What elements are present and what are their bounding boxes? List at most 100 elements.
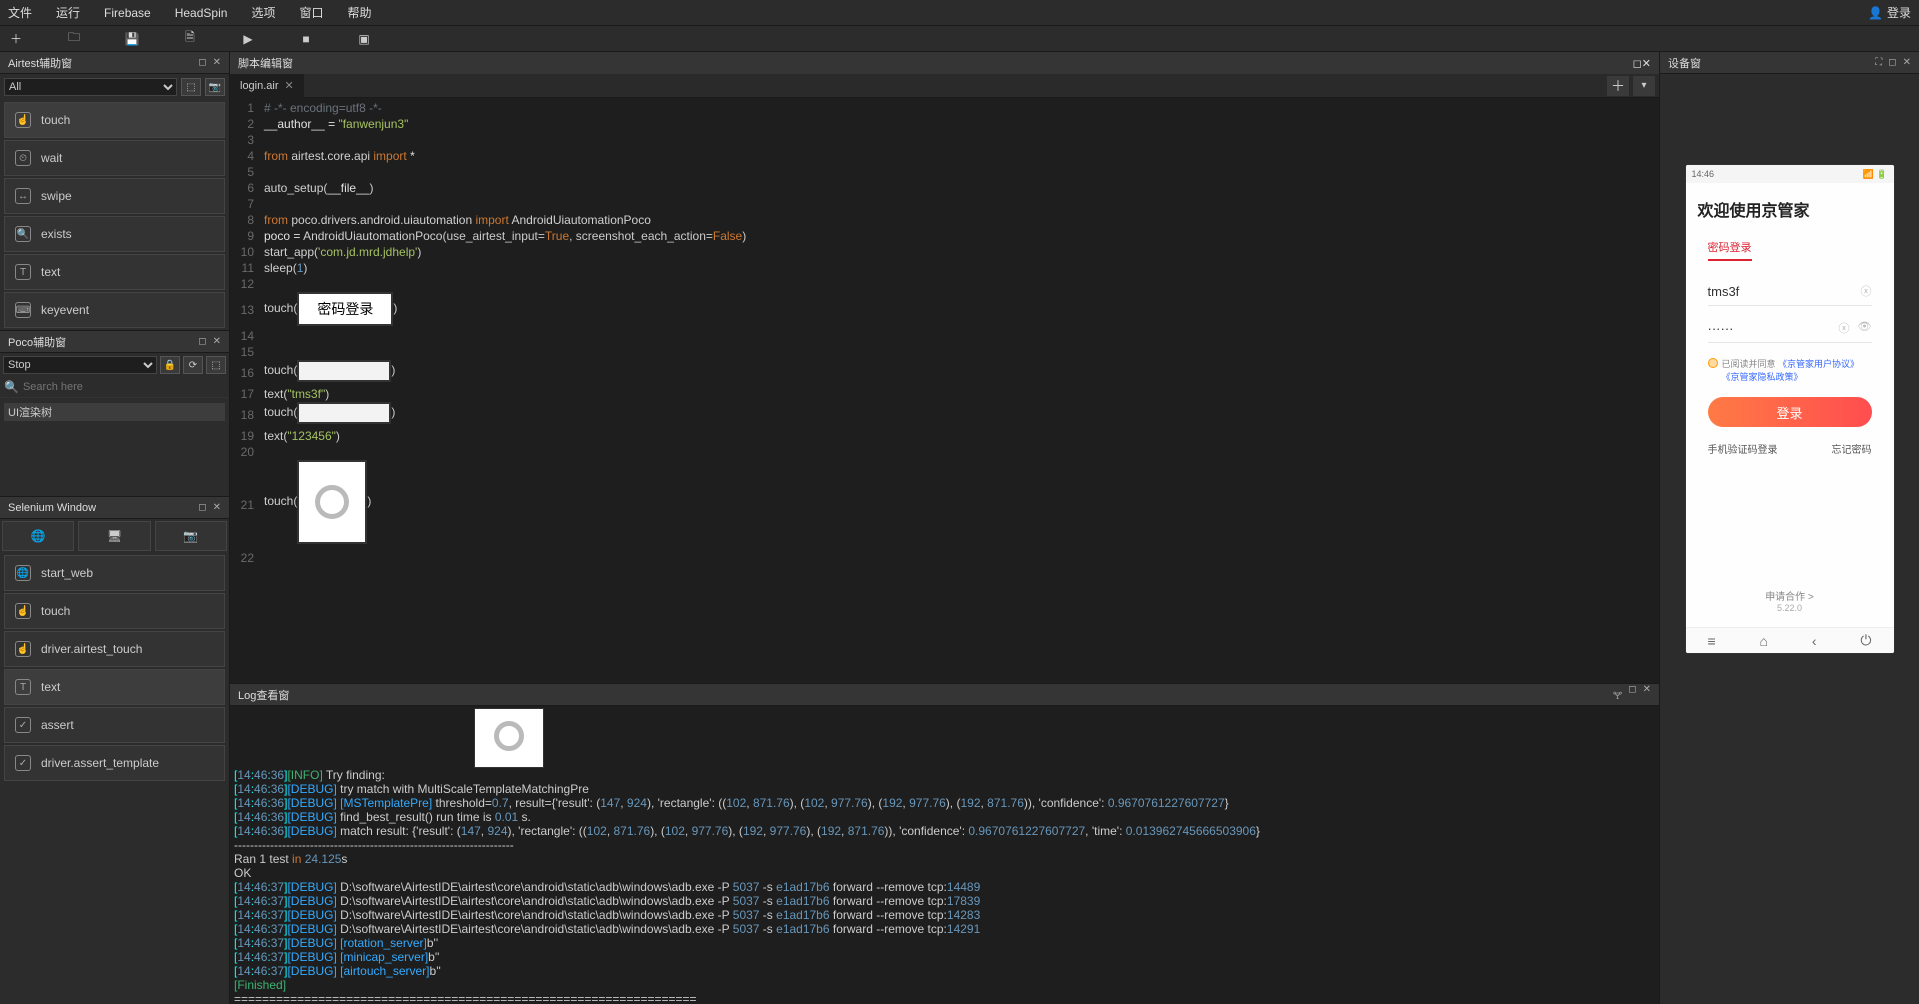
menu-window[interactable]: 窗口 bbox=[299, 4, 323, 21]
run-icon[interactable]: ▶ bbox=[240, 31, 256, 47]
panel-popout-icon[interactable]: ◻ bbox=[1888, 57, 1896, 68]
airtest-item-touch[interactable]: ☝touch bbox=[4, 102, 225, 138]
sel-monitor-icon[interactable]: 🖥 bbox=[78, 521, 150, 551]
panel-close-icon[interactable]: ✕ bbox=[213, 336, 221, 347]
template-image-input[interactable] bbox=[297, 360, 391, 382]
login-button[interactable]: 👤 登录 bbox=[1868, 4, 1911, 21]
phone-status-bar: 14:46 📶 🔋 bbox=[1686, 165, 1894, 183]
phone-footer-apply[interactable]: 申请合作 > bbox=[1698, 588, 1882, 603]
record-icon[interactable]: ⬚ bbox=[181, 78, 201, 96]
phone-version: 5.22.0 bbox=[1698, 603, 1882, 613]
stop-icon[interactable]: ■ bbox=[298, 31, 314, 47]
sel-camera-icon[interactable]: 📷 bbox=[155, 521, 227, 551]
panel-close-icon[interactable]: ✕ bbox=[213, 502, 221, 513]
airtest-item-exists[interactable]: 🔍exists bbox=[4, 216, 225, 252]
phone-sms-login[interactable]: 手机验证码登录 bbox=[1708, 441, 1778, 456]
add-tab-button[interactable]: ＋ bbox=[1607, 76, 1629, 96]
selenium-title: Selenium Window bbox=[8, 502, 96, 514]
device-screen[interactable]: 14:46 📶 🔋 欢迎使用京管家 密码登录 tms3f ⓧ ······ ⓧ👁 bbox=[1660, 74, 1919, 1004]
record-poco-icon[interactable]: ⬚ bbox=[206, 356, 226, 374]
panel-close-icon[interactable]: ✕ bbox=[1642, 58, 1651, 70]
template-image-circle[interactable] bbox=[297, 460, 367, 544]
phone-password-input[interactable]: ······ ⓧ👁 bbox=[1708, 314, 1872, 343]
panel-popout-icon[interactable]: ◻ bbox=[1633, 58, 1642, 70]
log-title: Log查看窗 bbox=[238, 687, 289, 703]
selenium-item-touch[interactable]: ☝touch bbox=[4, 593, 225, 629]
airtest-mode-select[interactable]: All bbox=[4, 78, 177, 96]
new-file-icon[interactable]: ＋ bbox=[8, 31, 24, 47]
menu-headspin[interactable]: HeadSpin bbox=[175, 6, 228, 20]
phone-forgot-pwd[interactable]: 忘记密码 bbox=[1832, 441, 1872, 456]
poco-driver-select[interactable]: Stop bbox=[3, 356, 157, 374]
poco-tree-root[interactable]: UI渲染树 bbox=[4, 403, 225, 421]
airtest-item-text[interactable]: Ttext bbox=[4, 254, 225, 290]
panel-popout-icon[interactable]: ◻ bbox=[198, 502, 206, 513]
selenium-item-driver-airtest_touch[interactable]: ☝driver.airtest_touch bbox=[4, 631, 225, 667]
filter-icon[interactable]: 🝖 bbox=[1613, 684, 1622, 705]
panel-close-icon[interactable]: ✕ bbox=[213, 57, 221, 68]
tab-menu-icon[interactable]: ▾ bbox=[1633, 76, 1655, 96]
phone-agreement[interactable]: 已阅读并同意 《京管家用户协议》 《京管家隐私政策》 bbox=[1708, 357, 1872, 383]
save-all-icon[interactable]: 🗎 bbox=[182, 31, 198, 47]
menu-file[interactable]: 文件 bbox=[8, 4, 32, 21]
clear-icon[interactable]: ⓧ bbox=[1861, 283, 1872, 299]
report-icon[interactable]: ▣ bbox=[356, 31, 372, 47]
selenium-item-start_web[interactable]: 🌐start_web bbox=[4, 555, 225, 591]
poco-title: Poco辅助窗 bbox=[8, 334, 66, 350]
open-icon[interactable]: 🗀 bbox=[66, 31, 82, 47]
phone-username-input[interactable]: tms3f ⓧ bbox=[1708, 277, 1872, 306]
text-icon: T bbox=[15, 679, 31, 695]
selenium-item-driver-assert_template[interactable]: ✓driver.assert_template bbox=[4, 745, 225, 781]
eye-icon[interactable]: 👁 bbox=[1858, 320, 1872, 336]
phone-navbar: ≡ ⌂ ‹ ⏻ bbox=[1686, 627, 1894, 653]
nav-back-icon[interactable]: ‹ bbox=[1812, 633, 1817, 649]
editor-title: 脚本编辑窗 bbox=[238, 55, 293, 71]
lock-icon[interactable]: 🔒 bbox=[160, 356, 180, 374]
sel-globe-icon[interactable]: 🌐 bbox=[2, 521, 74, 551]
code-editor[interactable]: 12345678910111213141516171819202122 # -*… bbox=[230, 98, 1659, 683]
keyevent-icon: ⌨ bbox=[15, 302, 31, 318]
editor-tab[interactable]: login.air ✕ bbox=[230, 74, 304, 98]
refresh-icon[interactable]: ⟳ bbox=[183, 356, 203, 374]
template-image-input[interactable] bbox=[297, 402, 391, 424]
poco-search-input[interactable] bbox=[23, 379, 225, 395]
airtest-item-wait[interactable]: ⏲wait bbox=[4, 140, 225, 176]
selenium-item-text[interactable]: Ttext bbox=[4, 669, 225, 705]
touch-icon: ☝ bbox=[15, 603, 31, 619]
clear-icon[interactable]: ⓧ bbox=[1839, 320, 1850, 336]
panel-popout-icon[interactable]: ◻ bbox=[198, 336, 206, 347]
agreement-link-2[interactable]: 《京管家隐私政策》 bbox=[1722, 372, 1803, 382]
menubar: 文件 运行 Firebase HeadSpin 选项 窗口 帮助 👤 登录 bbox=[0, 0, 1919, 26]
template-image-login[interactable]: 密码登录 bbox=[297, 292, 393, 326]
nav-menu-icon[interactable]: ≡ bbox=[1707, 633, 1715, 649]
swipe-icon: ↔ bbox=[15, 188, 31, 204]
nav-power-icon[interactable]: ⏻ bbox=[1860, 632, 1871, 649]
agreement-link-1[interactable]: 《京管家用户协议》 bbox=[1778, 359, 1859, 369]
driver.airtest_touch-icon: ☝ bbox=[15, 641, 31, 657]
phone-tab-pwd[interactable]: 密码登录 bbox=[1708, 239, 1752, 261]
camera-icon[interactable]: 📷 bbox=[205, 78, 225, 96]
phone-heading: 欢迎使用京管家 bbox=[1698, 197, 1882, 221]
phone-login-button[interactable]: 登录 bbox=[1708, 397, 1872, 427]
selenium-item-assert[interactable]: ✓assert bbox=[4, 707, 225, 743]
panel-close-icon[interactable]: ✕ bbox=[1903, 57, 1911, 68]
save-icon[interactable]: 💾 bbox=[124, 31, 140, 47]
panel-popout-icon[interactable]: ◻ bbox=[1628, 684, 1636, 705]
menu-run[interactable]: 运行 bbox=[56, 4, 80, 21]
log-output[interactable]: [14:46:36][INFO] Try finding: [14:46:36]… bbox=[230, 706, 1659, 1004]
assert-icon: ✓ bbox=[15, 717, 31, 733]
user-icon: 👤 bbox=[1868, 6, 1883, 20]
editor-panel: 脚本编辑窗 ◻✕ login.air ✕ ＋ ▾ 123456789101112… bbox=[230, 52, 1659, 684]
fullscreen-icon[interactable]: ⛶ bbox=[1875, 57, 1882, 68]
checkbox-icon[interactable] bbox=[1708, 358, 1718, 368]
airtest-item-swipe[interactable]: ↔swipe bbox=[4, 178, 225, 214]
panel-close-icon[interactable]: ✕ bbox=[1643, 684, 1651, 705]
poco-panel: Poco辅助窗 ◻✕ Stop 🔒 ⟳ ⬚ 🔍 UI渲染树 bbox=[0, 331, 229, 497]
airtest-item-keyevent[interactable]: ⌨keyevent bbox=[4, 292, 225, 328]
nav-home-icon[interactable]: ⌂ bbox=[1760, 633, 1768, 649]
panel-popout-icon[interactable]: ◻ bbox=[198, 57, 206, 68]
menu-help[interactable]: 帮助 bbox=[347, 4, 371, 21]
menu-options[interactable]: 选项 bbox=[251, 4, 275, 21]
menu-firebase[interactable]: Firebase bbox=[104, 6, 151, 20]
close-tab-icon[interactable]: ✕ bbox=[285, 79, 294, 92]
